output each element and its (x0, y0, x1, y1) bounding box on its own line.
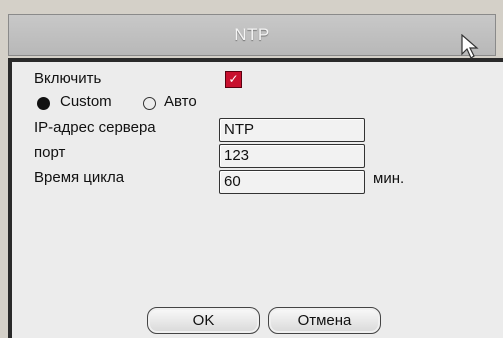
radio-custom-label: Custom (60, 93, 112, 110)
cancel-button[interactable]: Отмена (268, 307, 381, 334)
radio-auto-label: Авто (164, 93, 197, 110)
mouse-cursor-icon (461, 34, 479, 59)
enable-label: Включить (34, 70, 102, 87)
radio-custom[interactable] (37, 97, 50, 110)
server-label: IP-адрес сервера (34, 119, 156, 136)
check-icon: ✓ (228, 72, 239, 86)
ntp-settings-panel: Включить ✓ Custom Авто IP-адрес сервера … (8, 58, 503, 338)
port-input[interactable]: 123 (219, 144, 365, 168)
port-label: порт (34, 144, 66, 161)
dialog-title: NTP (8, 14, 496, 56)
cycle-input[interactable]: 60 (219, 170, 365, 194)
cycle-label: Время цикла (34, 169, 125, 186)
server-input[interactable]: NTP (219, 118, 365, 142)
cycle-unit: мин. (373, 170, 405, 187)
ntp-dialog: NTP Включить ✓ Custom Авто IP-адрес серв… (0, 0, 503, 338)
enable-checkbox[interactable]: ✓ (225, 71, 242, 88)
ok-button[interactable]: OK (147, 307, 260, 334)
radio-auto[interactable] (143, 97, 156, 110)
